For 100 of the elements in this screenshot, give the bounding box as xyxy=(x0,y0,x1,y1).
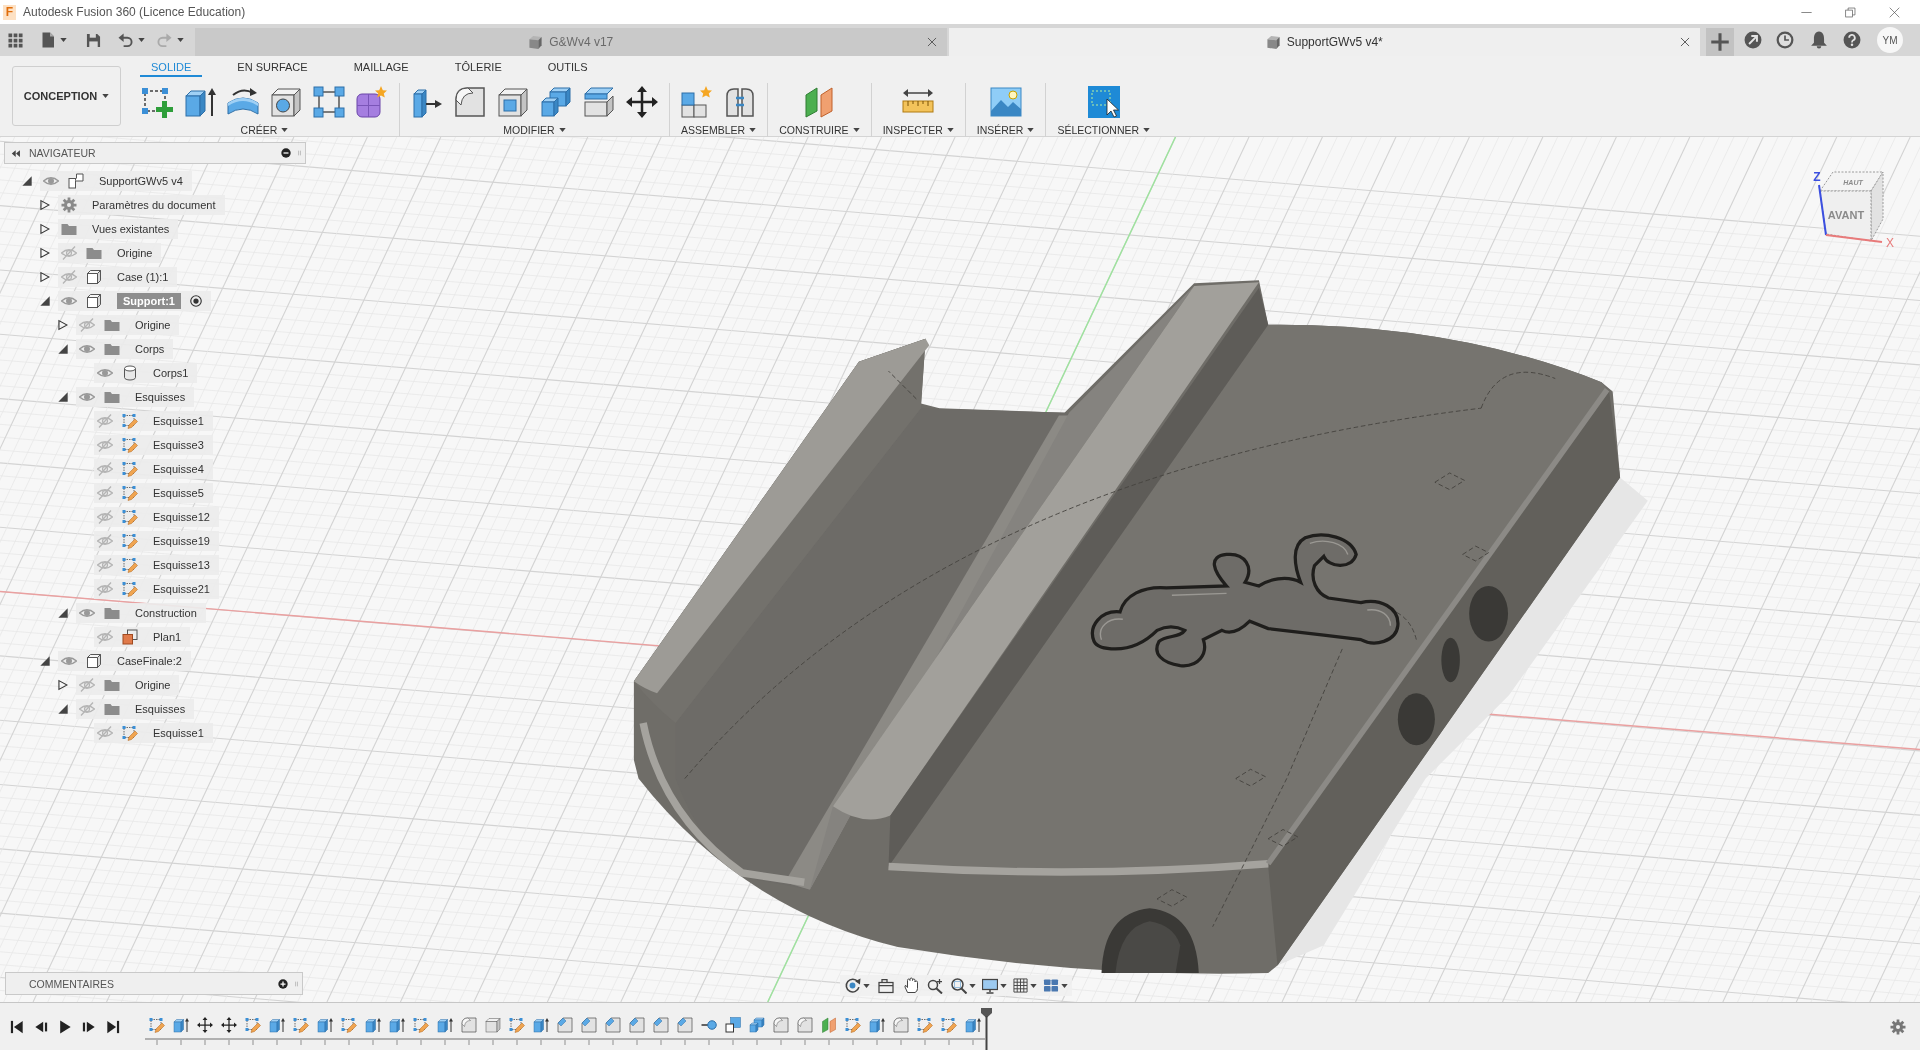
skip-start-icon[interactable] xyxy=(10,1019,24,1034)
step-back-icon[interactable] xyxy=(34,1019,48,1034)
collapsed-triangle-icon[interactable] xyxy=(58,679,68,691)
beveled-box-icon[interactable] xyxy=(605,1016,621,1033)
toolbar-tab[interactable]: OUTILS xyxy=(536,56,599,77)
monitor-icon[interactable] xyxy=(982,977,998,994)
image-icon[interactable] xyxy=(989,86,1022,118)
orbit-icon[interactable] xyxy=(844,977,861,994)
tree-item[interactable]: Esquisse5 xyxy=(94,483,213,503)
plus-icon[interactable] xyxy=(1706,28,1734,56)
tree-item[interactable]: Esquisse19 xyxy=(94,531,219,551)
file-icon[interactable] xyxy=(40,32,56,48)
restore-icon[interactable] xyxy=(1845,6,1856,18)
cubes-star-icon[interactable] xyxy=(681,86,714,118)
settings-icon[interactable] xyxy=(1890,1018,1906,1035)
caret-icon[interactable] xyxy=(969,983,976,988)
stacked-cubes-icon[interactable] xyxy=(749,1016,765,1033)
zoom-window-icon[interactable] xyxy=(951,977,967,994)
move-arrows-icon[interactable] xyxy=(197,1016,213,1033)
tree-item[interactable]: Vues existantes xyxy=(58,219,179,239)
cube-icon[interactable] xyxy=(485,1016,501,1033)
stacked-cubes-icon[interactable] xyxy=(540,86,572,118)
expanded-triangle-icon[interactable] xyxy=(58,344,68,354)
toolbar-menu-button[interactable]: CONSTRUIRE xyxy=(779,124,860,136)
playhead-marker[interactable] xyxy=(981,1008,992,1050)
beveled-box-icon[interactable] xyxy=(677,1016,693,1033)
pan-hand-icon[interactable] xyxy=(903,977,919,994)
selection-cursor-icon[interactable] xyxy=(1087,86,1120,118)
tree-item[interactable]: Esquisse21 xyxy=(94,579,219,599)
minus-circle-icon[interactable] xyxy=(281,148,291,158)
split-box-icon[interactable] xyxy=(583,86,615,118)
clock-icon[interactable] xyxy=(1776,31,1794,49)
collapsed-triangle-icon[interactable] xyxy=(40,247,50,259)
sketch-pencil-icon[interactable] xyxy=(245,1016,261,1033)
document-tab[interactable]: SupportGWv5 v4* xyxy=(948,28,1700,56)
sketch-pencil-icon[interactable] xyxy=(149,1016,165,1033)
toolbar-menu-button[interactable]: INSPECTER xyxy=(882,124,954,136)
beveled-box-icon[interactable] xyxy=(557,1016,573,1033)
tree-item[interactable]: Esquisse12 xyxy=(94,507,219,527)
sketch-pencil-icon[interactable] xyxy=(413,1016,429,1033)
sketch-pencil-icon[interactable] xyxy=(341,1016,357,1033)
expanded-triangle-icon[interactable] xyxy=(58,608,68,618)
caret-icon[interactable] xyxy=(1061,983,1068,988)
collapsed-triangle-icon[interactable] xyxy=(40,271,50,283)
four-panes-icon[interactable] xyxy=(1043,978,1059,993)
cube-star-icon[interactable] xyxy=(356,86,388,118)
tree-item[interactable]: Origine xyxy=(76,315,180,335)
tree-item[interactable]: Corps xyxy=(76,339,174,359)
caret-icon[interactable] xyxy=(60,38,67,42)
collapsed-triangle-icon[interactable] xyxy=(58,319,68,331)
expanded-triangle-icon[interactable] xyxy=(22,176,32,186)
tree-item[interactable]: Corps1 xyxy=(94,363,198,383)
move-arrows-icon[interactable] xyxy=(626,86,658,118)
tree-item[interactable]: Case (1):1 xyxy=(58,267,178,287)
square-pattern-icon[interactable] xyxy=(313,86,345,118)
tree-item[interactable]: Esquisse1 xyxy=(94,723,213,743)
tree-item[interactable]: Esquisses xyxy=(76,699,195,719)
sketch-pencil-icon[interactable] xyxy=(845,1016,861,1033)
toolbar-menu-button[interactable]: INSÉRER xyxy=(976,124,1035,136)
zoom-icon[interactable] xyxy=(927,977,943,994)
tree-item[interactable]: Esquisses xyxy=(76,387,195,407)
close-icon[interactable] xyxy=(1889,6,1900,18)
expanded-triangle-icon[interactable] xyxy=(40,296,50,306)
tree-item[interactable]: Esquisse3 xyxy=(94,435,213,455)
sketch-pencil-icon[interactable] xyxy=(941,1016,957,1033)
toolbar-menu-button[interactable]: ASSEMBLER xyxy=(681,124,757,136)
rounded-box-icon[interactable] xyxy=(461,1016,477,1033)
tree-item[interactable]: SupportGWv5 v4 xyxy=(40,171,192,191)
beveled-box-icon[interactable] xyxy=(629,1016,645,1033)
sketch-pencil-icon[interactable] xyxy=(509,1016,525,1033)
planes-icon[interactable] xyxy=(821,1016,837,1033)
workspace-menu-button[interactable]: CONCEPTION xyxy=(12,66,121,126)
planes-icon[interactable] xyxy=(803,86,836,118)
step-forward-icon[interactable] xyxy=(82,1019,96,1034)
toolbar-menu-button[interactable]: SÉLECTIONNER xyxy=(1057,124,1151,136)
tree-item[interactable]: Origine xyxy=(58,243,162,263)
play-icon[interactable] xyxy=(58,1019,72,1034)
rounded-box-icon[interactable] xyxy=(893,1016,909,1033)
caret-icon[interactable] xyxy=(138,38,145,42)
sketch-pencil-icon[interactable] xyxy=(917,1016,933,1033)
toolbar-tab[interactable]: EN SURFACE xyxy=(226,56,319,77)
tree-item[interactable]: CaseFinale:2 xyxy=(58,651,191,671)
curved-block-icon[interactable] xyxy=(227,86,259,118)
double-arrow-icon[interactable] xyxy=(11,148,21,158)
sketch-plus-icon[interactable] xyxy=(141,86,173,118)
help-icon[interactable] xyxy=(1843,31,1861,49)
square-overlap-icon[interactable] xyxy=(725,1016,741,1033)
expanded-triangle-icon[interactable] xyxy=(58,392,68,402)
tree-item[interactable]: Esquisse13 xyxy=(94,555,219,575)
caret-icon[interactable] xyxy=(177,38,184,42)
sketch-pencil-icon[interactable] xyxy=(293,1016,309,1033)
toolbar-menu-button[interactable]: MODIFIER xyxy=(503,124,566,136)
close-icon[interactable] xyxy=(926,37,937,47)
move-arrows-icon[interactable] xyxy=(221,1016,237,1033)
plus-circle-icon[interactable] xyxy=(278,978,288,989)
tree-item[interactable]: Esquisse4 xyxy=(94,459,213,479)
skip-end-icon[interactable] xyxy=(106,1019,120,1034)
app-grid-icon[interactable] xyxy=(8,32,23,48)
rounded-box-icon[interactable] xyxy=(454,86,486,118)
caret-icon[interactable] xyxy=(1000,983,1007,988)
